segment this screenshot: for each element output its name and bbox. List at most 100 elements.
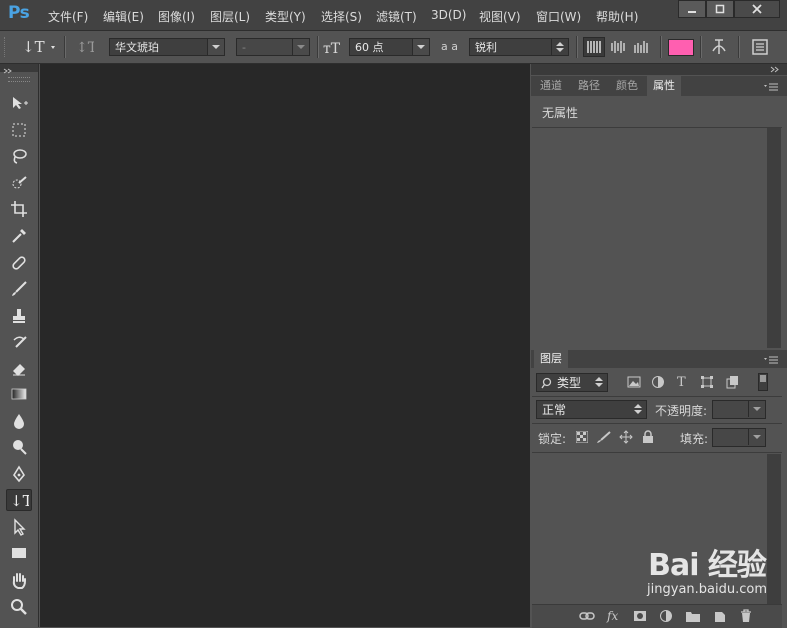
tool-preset-picker[interactable]: ↓T: [22, 37, 60, 60]
tools-collapse-bar[interactable]: [0, 64, 38, 74]
lock-transparency-button[interactable]: [575, 430, 589, 446]
search-icon: [541, 377, 552, 389]
tab-paths[interactable]: 路径: [572, 76, 606, 96]
font-size-dropdown[interactable]: 60 点: [349, 38, 430, 56]
menu-view[interactable]: 视图(V): [479, 8, 521, 25]
filter-shape-button[interactable]: [700, 375, 714, 392]
panel-menu-button[interactable]: [763, 81, 779, 95]
align-right-button[interactable]: [630, 37, 652, 57]
font-style-dropdown[interactable]: -: [236, 38, 310, 56]
filter-type-button[interactable]: T: [676, 374, 690, 391]
type-tool-icon: ↓T: [22, 38, 55, 56]
menu-3d[interactable]: 3D(D): [431, 8, 466, 22]
separator: [576, 36, 578, 58]
new-adjustment-button[interactable]: [659, 609, 673, 626]
zoom-icon: [11, 599, 27, 615]
hand-icon: [12, 573, 26, 589]
filter-pixel-button[interactable]: [627, 375, 641, 392]
tab-layers[interactable]: 图层: [534, 350, 568, 368]
quick-selection-tool[interactable]: [6, 172, 32, 194]
layer-style-button[interactable]: fx: [606, 607, 622, 626]
menu-type[interactable]: 类型(Y): [265, 8, 306, 25]
history-brush-tool[interactable]: [6, 331, 32, 353]
toggle-text-orientation-button[interactable]: ↕T: [74, 37, 98, 60]
align-left-button[interactable]: [583, 37, 605, 57]
blend-mode-dropdown[interactable]: 正常: [536, 400, 647, 419]
panel-menu-icon: [764, 83, 778, 91]
menu-bar: Ps 文件(F) 编辑(E) 图像(I) 图层(L) 类型(Y) 选择(S) 滤…: [0, 0, 787, 31]
crop-tool[interactable]: [6, 198, 32, 220]
menu-file[interactable]: 文件(F): [48, 8, 88, 25]
pen-tool[interactable]: [6, 463, 32, 485]
character-panel-button[interactable]: [750, 37, 770, 60]
layers-scrollbar[interactable]: [767, 454, 781, 604]
close-button[interactable]: [734, 0, 780, 18]
properties-scrollbar[interactable]: [767, 128, 781, 348]
move-tool[interactable]: [6, 92, 32, 114]
history-brush-icon: [13, 336, 27, 348]
lock-position-button[interactable]: [619, 430, 633, 447]
link-layers-button[interactable]: [579, 609, 595, 626]
minimize-button[interactable]: [678, 0, 706, 18]
filter-toggle-switch[interactable]: [758, 373, 768, 391]
filter-smart-object-button[interactable]: [725, 375, 739, 392]
hand-tool[interactable]: [6, 570, 32, 592]
marquee-tool[interactable]: [6, 119, 32, 141]
fill-input[interactable]: [712, 428, 766, 447]
app-logo: Ps: [8, 3, 30, 23]
tab-channels[interactable]: 通道: [534, 76, 568, 96]
align-center-button[interactable]: [607, 37, 629, 57]
eraser-tool[interactable]: [6, 357, 32, 379]
tab-properties[interactable]: 属性: [647, 76, 681, 96]
menu-edit[interactable]: 编辑(E): [103, 8, 144, 25]
delete-layer-button[interactable]: [739, 609, 753, 626]
filter-adjustment-button[interactable]: [651, 375, 665, 392]
dodge-tool[interactable]: [6, 436, 32, 458]
lock-all-button[interactable]: [642, 430, 654, 447]
menu-image[interactable]: 图像(I): [158, 8, 195, 25]
menu-window[interactable]: 窗口(W): [536, 8, 581, 25]
menu-filter[interactable]: 滤镜(T): [376, 8, 417, 25]
lasso-tool[interactable]: [6, 145, 32, 167]
rectangle-icon: [12, 548, 26, 558]
font-family-dropdown[interactable]: 华文琥珀: [109, 38, 225, 56]
text-color-swatch[interactable]: [668, 39, 694, 56]
panel-menu-icon: [764, 356, 778, 364]
separator: [64, 36, 66, 58]
font-family-value: 华文琥珀: [115, 41, 159, 54]
maximize-button[interactable]: [706, 0, 734, 18]
path-selection-tool[interactable]: [6, 516, 32, 538]
shape-icon: [701, 376, 713, 388]
opacity-input[interactable]: [712, 400, 766, 419]
new-group-button[interactable]: [685, 609, 701, 626]
tab-color[interactable]: 颜色: [610, 76, 644, 96]
antialias-dropdown[interactable]: 锐利: [469, 38, 569, 56]
type-tool[interactable]: ↓T: [6, 489, 32, 511]
zoom-tool[interactable]: [6, 596, 32, 618]
menu-help[interactable]: 帮助(H): [596, 8, 638, 25]
layer-filter-dropdown[interactable]: 类型: [536, 373, 608, 392]
eyedropper-tool[interactable]: [6, 225, 32, 247]
new-layer-button[interactable]: [713, 609, 727, 626]
link-icon: [579, 612, 595, 620]
grip-handle[interactable]: [4, 37, 9, 57]
lock-pixels-button[interactable]: [596, 430, 612, 447]
healing-brush-tool[interactable]: [6, 252, 32, 274]
menu-select[interactable]: 选择(S): [321, 8, 362, 25]
eyedropper-icon: [12, 229, 26, 243]
document-canvas[interactable]: [40, 64, 530, 627]
text-orientation-icon: ↕T: [76, 40, 98, 56]
move-icon: [13, 97, 28, 109]
rectangle-tool[interactable]: [6, 542, 32, 564]
blur-tool[interactable]: [6, 410, 32, 432]
lock-label: 锁定:: [538, 432, 567, 446]
gradient-tool[interactable]: [6, 383, 32, 405]
panels-collapse-bar[interactable]: [531, 64, 787, 75]
brush-tool[interactable]: [6, 278, 32, 300]
add-mask-button[interactable]: [633, 609, 647, 626]
menu-layer[interactable]: 图层(L): [210, 8, 250, 25]
tools-grip[interactable]: [8, 77, 30, 82]
warp-text-button[interactable]: [709, 37, 729, 60]
clone-stamp-tool[interactable]: [6, 305, 32, 327]
layers-menu-button[interactable]: [763, 354, 779, 368]
